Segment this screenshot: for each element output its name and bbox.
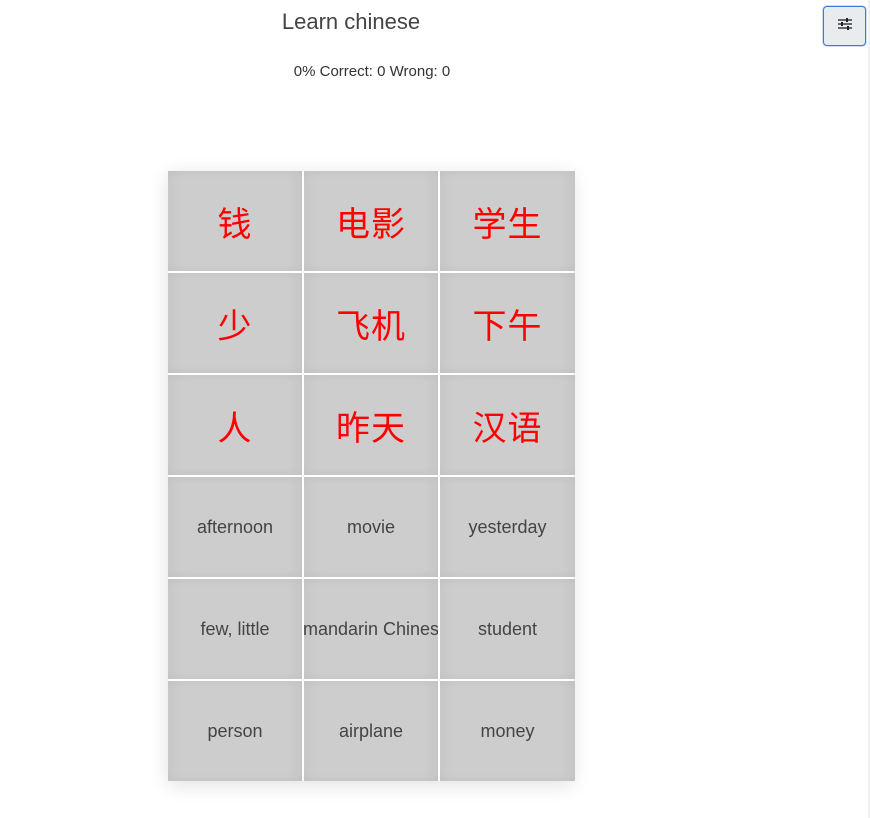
english-tile[interactable]: person: [168, 681, 302, 781]
sliders-icon: [837, 17, 853, 36]
hanzi-tile[interactable]: 汉语: [440, 375, 575, 475]
english-tile[interactable]: money: [440, 681, 575, 781]
hanzi-tile[interactable]: 学生: [440, 171, 575, 271]
correct-label: Correct:: [319, 63, 373, 80]
wrong-count: 0: [441, 63, 451, 80]
english-tile[interactable]: few, little: [168, 579, 302, 679]
score-summary: 0% Correct: 0 Wrong: 0: [0, 63, 744, 81]
correct-count: 0: [377, 63, 386, 80]
hanzi-tile[interactable]: 钱: [168, 171, 302, 271]
settings-button[interactable]: [823, 6, 866, 46]
hanzi-tile[interactable]: 人: [168, 375, 302, 475]
wrong-label: Wrong:: [389, 63, 438, 80]
hanzi-tile[interactable]: 昨天: [304, 375, 438, 475]
page: Learn chinese 0% Correct: 0 Wrong: 0 钱 电…: [0, 0, 870, 818]
english-tile[interactable]: airplane: [304, 681, 438, 781]
flashcard-grid: 钱 电影 学生 少 飞机 下午 人 昨天 汉语 afternoon movie …: [168, 171, 575, 781]
english-tile[interactable]: movie: [304, 477, 438, 577]
english-tile[interactable]: student: [440, 579, 575, 679]
english-tile[interactable]: yesterday: [440, 477, 575, 577]
english-tile[interactable]: afternoon: [168, 477, 302, 577]
hanzi-tile[interactable]: 少: [168, 273, 302, 373]
page-title: Learn chinese: [281, 9, 421, 34]
hanzi-tile[interactable]: 电影: [304, 171, 438, 271]
hanzi-tile[interactable]: 下午: [440, 273, 575, 373]
percent-correct: 0%: [293, 63, 316, 80]
hanzi-tile[interactable]: 飞机: [304, 273, 438, 373]
english-tile[interactable]: mandarin Chines: [304, 579, 438, 679]
